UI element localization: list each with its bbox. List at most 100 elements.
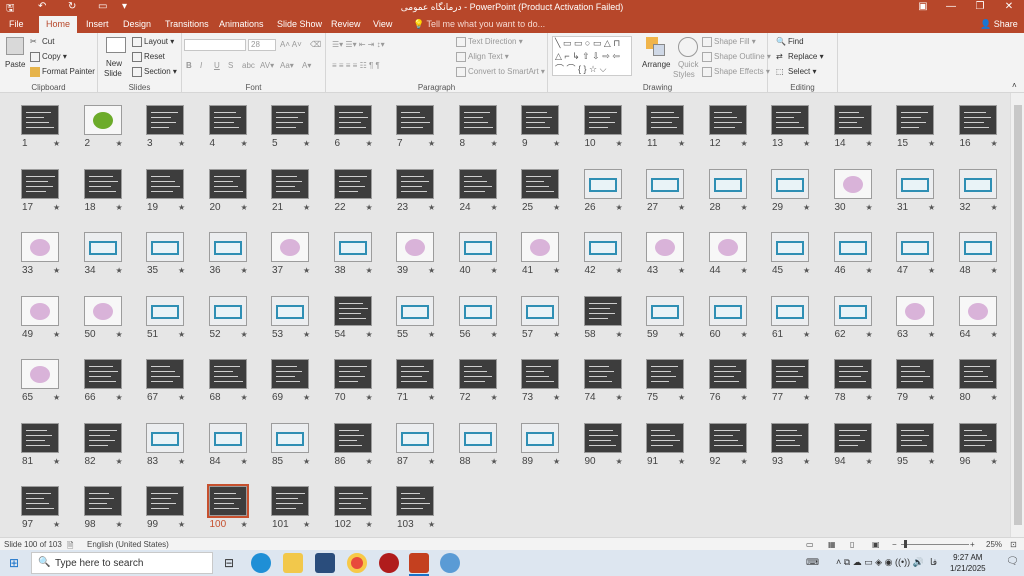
slide-thumbnail[interactable]: [271, 232, 309, 262]
transition-star-icon[interactable]: ★: [678, 393, 685, 402]
new-slide-icon[interactable]: [106, 37, 126, 53]
slide-thumbnail[interactable]: [146, 232, 184, 262]
slide-thumbnail[interactable]: [958, 422, 997, 453]
slide-thumbnail[interactable]: [333, 232, 372, 262]
slide-thumbnail[interactable]: [333, 168, 372, 199]
transition-star-icon[interactable]: ★: [241, 457, 248, 466]
slide-thumbnail[interactable]: [521, 168, 559, 199]
edge-icon[interactable]: [251, 553, 271, 573]
zoom-slider[interactable]: [901, 544, 969, 545]
slideshow-view-icon[interactable]: ▣: [872, 540, 880, 549]
slide-thumbnail[interactable]: [833, 168, 872, 199]
transition-star-icon[interactable]: ★: [928, 330, 935, 339]
italic-button[interactable]: I: [200, 61, 202, 70]
transition-star-icon[interactable]: ★: [303, 266, 310, 275]
slide-thumbnail[interactable]: [833, 295, 872, 326]
transition-star-icon[interactable]: ★: [491, 139, 498, 148]
arrange-button[interactable]: Arrange: [642, 60, 670, 69]
tab-transitions[interactable]: Transitions: [158, 18, 216, 30]
transition-star-icon[interactable]: ★: [366, 139, 373, 148]
transition-star-icon[interactable]: ★: [928, 266, 935, 275]
slide-thumbnail[interactable]: [146, 486, 184, 516]
slide-thumbnail[interactable]: [333, 105, 372, 135]
fit-window-icon[interactable]: ⊡: [1010, 540, 1017, 549]
transition-star-icon[interactable]: ★: [53, 330, 60, 339]
transition-star-icon[interactable]: ★: [616, 457, 623, 466]
copy-button[interactable]: Copy ▾: [30, 52, 67, 62]
bold-button[interactable]: B: [186, 61, 192, 70]
zoom-slider-handle[interactable]: [904, 540, 907, 548]
slide-thumbnail[interactable]: [208, 359, 247, 389]
transition-star-icon[interactable]: ★: [178, 393, 185, 402]
transition-star-icon[interactable]: ★: [866, 203, 873, 212]
slide-thumbnail[interactable]: [271, 105, 309, 135]
slide-thumbnail[interactable]: [208, 295, 247, 326]
grow-font-icon[interactable]: A˄ A˅: [280, 40, 302, 49]
transition-star-icon[interactable]: ★: [491, 266, 498, 275]
slide-thumbnail[interactable]: [146, 168, 184, 199]
bullets-icon[interactable]: ☰▾ ☰▾ ⇤ ⇥ ↕▾: [332, 40, 385, 49]
transition-star-icon[interactable]: ★: [178, 203, 185, 212]
slide-thumbnail[interactable]: [833, 232, 872, 262]
slide-thumbnail[interactable]: [896, 168, 934, 199]
transition-star-icon[interactable]: ★: [366, 393, 373, 402]
quick-styles-icon[interactable]: [678, 37, 698, 57]
transition-star-icon[interactable]: ★: [178, 266, 185, 275]
slide-thumbnail[interactable]: [396, 105, 434, 135]
transition-star-icon[interactable]: ★: [678, 139, 685, 148]
transition-star-icon[interactable]: ★: [428, 330, 435, 339]
slide-thumbnail[interactable]: [708, 105, 747, 135]
transition-star-icon[interactable]: ★: [428, 203, 435, 212]
transition-star-icon[interactable]: ★: [428, 520, 435, 529]
slide-thumbnail[interactable]: [396, 422, 434, 453]
mail-icon[interactable]: [315, 553, 335, 573]
transition-star-icon[interactable]: ★: [991, 457, 998, 466]
transition-star-icon[interactable]: ★: [303, 203, 310, 212]
tab-view[interactable]: View: [366, 18, 399, 30]
transition-star-icon[interactable]: ★: [866, 139, 873, 148]
slide-thumbnail[interactable]: [83, 168, 122, 199]
slide-thumbnail[interactable]: [206, 484, 249, 518]
zoom-out-button[interactable]: −: [892, 540, 897, 549]
transition-star-icon[interactable]: ★: [241, 203, 248, 212]
transition-star-icon[interactable]: ★: [53, 203, 60, 212]
tab-animations[interactable]: Animations: [212, 18, 271, 30]
transition-star-icon[interactable]: ★: [303, 457, 310, 466]
transition-star-icon[interactable]: ★: [803, 203, 810, 212]
transition-star-icon[interactable]: ★: [678, 330, 685, 339]
slide-thumbnail[interactable]: [521, 295, 559, 326]
transition-star-icon[interactable]: ★: [928, 203, 935, 212]
slide-thumbnail[interactable]: [21, 295, 59, 326]
slide-thumbnail[interactable]: [21, 105, 59, 135]
transition-star-icon[interactable]: ★: [741, 457, 748, 466]
transition-star-icon[interactable]: ★: [178, 520, 185, 529]
transition-star-icon[interactable]: ★: [991, 203, 998, 212]
slide-thumbnail[interactable]: [208, 232, 247, 262]
slide-thumbnail[interactable]: [708, 232, 747, 262]
slide-thumbnail[interactable]: [458, 168, 497, 199]
slide-thumbnail[interactable]: [583, 168, 622, 199]
transition-star-icon[interactable]: ★: [116, 266, 123, 275]
slide-thumbnail[interactable]: [646, 105, 684, 135]
tab-home[interactable]: Home: [39, 16, 78, 33]
transition-star-icon[interactable]: ★: [428, 393, 435, 402]
slide-thumbnail[interactable]: [458, 295, 497, 326]
slide-thumbnail[interactable]: [83, 295, 122, 326]
slide-thumbnail[interactable]: [521, 422, 559, 453]
slide-thumbnail[interactable]: [396, 168, 434, 199]
transition-star-icon[interactable]: ★: [866, 393, 873, 402]
slide-thumbnail[interactable]: [771, 295, 809, 326]
slide-thumbnail[interactable]: [521, 359, 559, 389]
transition-star-icon[interactable]: ★: [303, 393, 310, 402]
tab-review[interactable]: Review: [324, 18, 368, 30]
slide-thumbnail[interactable]: [583, 105, 622, 135]
transition-star-icon[interactable]: ★: [53, 393, 60, 402]
scrollbar-thumb[interactable]: [1014, 105, 1022, 525]
powerpoint-icon[interactable]: [409, 553, 429, 573]
transition-star-icon[interactable]: ★: [866, 330, 873, 339]
slide-thumbnail[interactable]: [958, 168, 997, 199]
windows-start-icon[interactable]: ⊞: [9, 556, 19, 570]
slide-thumbnail[interactable]: [333, 486, 372, 516]
shape-effects-button[interactable]: Shape Effects ▾: [702, 67, 770, 77]
transition-star-icon[interactable]: ★: [116, 457, 123, 466]
